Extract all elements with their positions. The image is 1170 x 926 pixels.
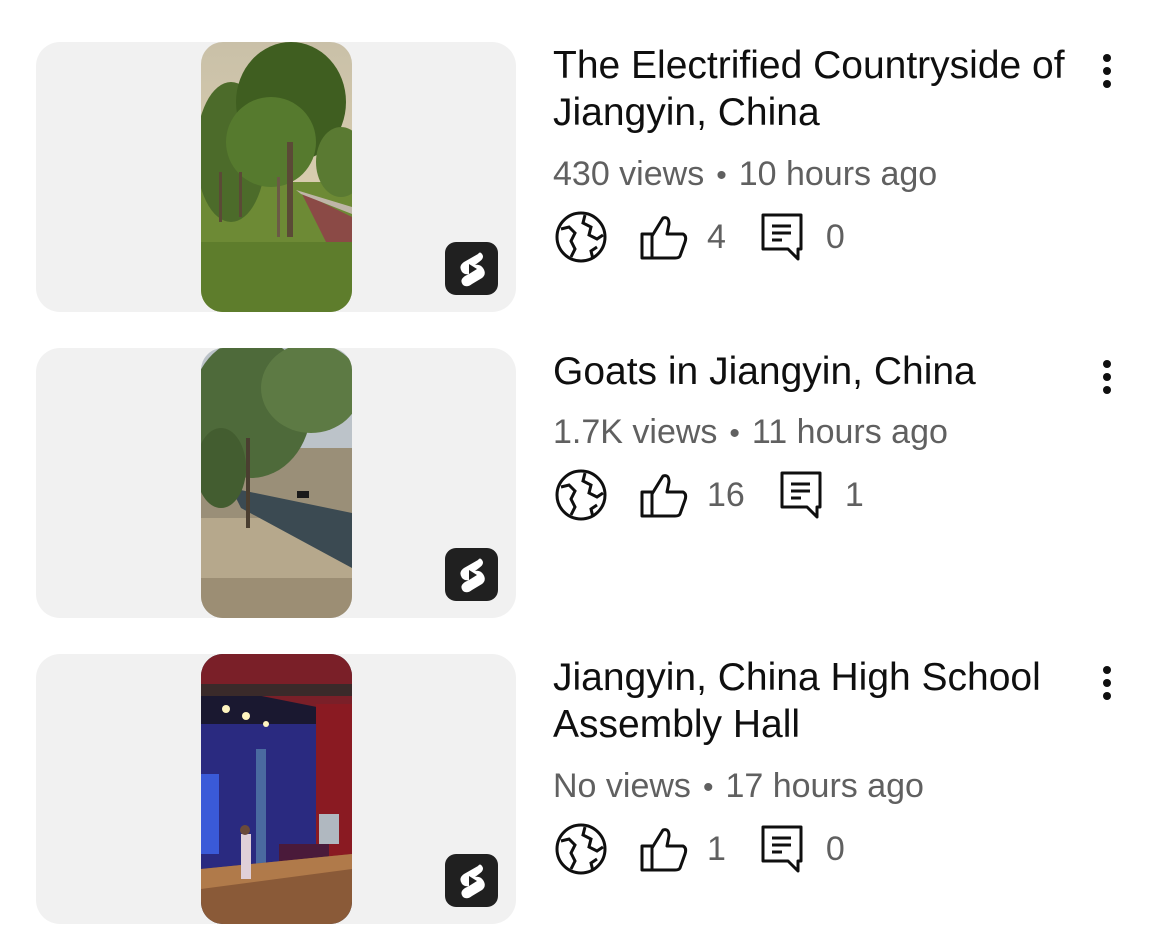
more-options-button[interactable] — [1090, 48, 1124, 94]
video-title[interactable]: The Electrified Countryside of Jiangyin,… — [553, 42, 1083, 136]
comment-icon[interactable] — [779, 470, 823, 520]
comment-count: 0 — [825, 829, 845, 868]
video-title[interactable]: Jiangyin, China High School Assembly Hal… — [553, 654, 1083, 748]
video-stats: 1 0 — [553, 821, 845, 877]
like-count: 1 — [707, 829, 726, 868]
thumbnail-image — [201, 42, 352, 312]
video-item[interactable]: The Electrified Countryside of Jiangyin,… — [0, 42, 1170, 314]
view-count: No views — [553, 767, 691, 805]
comment-icon[interactable] — [760, 212, 804, 262]
video-stats: 4 0 — [553, 209, 845, 265]
like-count: 16 — [707, 475, 745, 514]
globe-icon — [553, 467, 609, 523]
comment-count: 0 — [825, 217, 845, 256]
view-count: 1.7K views — [553, 413, 718, 451]
more-vert-icon — [1103, 360, 1111, 394]
video-stats: 16 1 — [553, 467, 864, 523]
shorts-icon — [445, 854, 498, 907]
globe-icon — [553, 209, 609, 265]
like-icon[interactable] — [639, 212, 689, 262]
video-meta: 1.7K views • 11 hours ago — [553, 412, 948, 454]
video-item[interactable]: Jiangyin, China High School Assembly Hal… — [0, 654, 1170, 926]
more-options-button[interactable] — [1090, 354, 1124, 400]
shorts-icon — [445, 242, 498, 295]
video-title[interactable]: Goats in Jiangyin, China — [553, 348, 1083, 395]
thumbnail-card[interactable] — [36, 348, 516, 618]
video-item[interactable]: Goats in Jiangyin, China 1.7K views • 11 h… — [0, 348, 1170, 620]
thumbnail-image — [201, 348, 352, 618]
upload-age: 10 hours ago — [738, 155, 938, 193]
meta-separator: • — [716, 159, 727, 192]
more-options-button[interactable] — [1090, 660, 1124, 706]
view-count: 430 views — [553, 155, 705, 193]
more-vert-icon — [1103, 666, 1111, 700]
upload-age: 11 hours ago — [751, 413, 948, 451]
like-icon[interactable] — [639, 824, 689, 874]
thumbnail-image — [201, 654, 352, 924]
thumbnail-card[interactable] — [36, 654, 516, 924]
video-meta: 430 views • 10 hours ago — [553, 154, 937, 196]
more-vert-icon — [1103, 54, 1111, 88]
like-icon[interactable] — [639, 470, 689, 520]
like-count: 4 — [707, 217, 726, 256]
upload-age: 17 hours ago — [725, 767, 924, 805]
comment-count: 1 — [844, 475, 864, 514]
meta-separator: • — [702, 771, 714, 804]
globe-icon — [553, 821, 609, 877]
thumbnail-card[interactable] — [36, 42, 516, 312]
video-meta: No views • 17 hours ago — [553, 766, 924, 808]
meta-separator: • — [729, 417, 740, 450]
shorts-icon — [445, 548, 498, 601]
comment-icon[interactable] — [760, 824, 804, 874]
